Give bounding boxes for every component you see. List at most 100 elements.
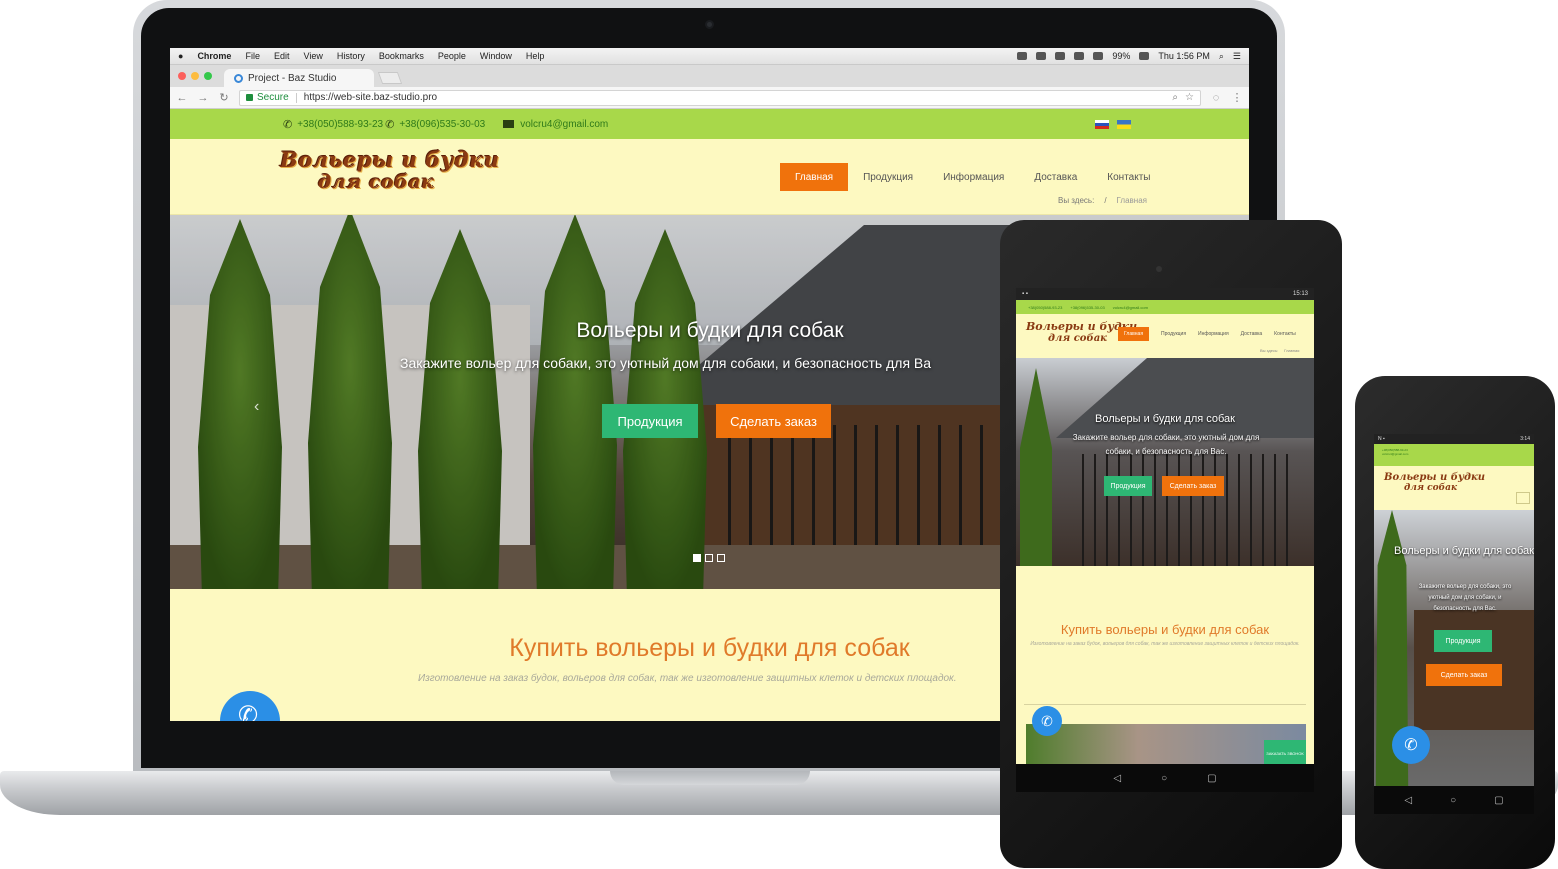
- skype-icon[interactable]: [1055, 52, 1066, 60]
- slider-dot-3[interactable]: [717, 554, 725, 562]
- forward-arrow-icon[interactable]: →: [197, 92, 209, 104]
- phone-order-button[interactable]: Сделать заказ: [1426, 664, 1502, 686]
- url-text[interactable]: https://web-site.baz-studio.pro: [304, 92, 437, 103]
- menubar-app-name[interactable]: Chrome: [197, 51, 231, 61]
- phone-logo-line-2: для собак: [1404, 483, 1458, 493]
- phone-contact-1[interactable]: ✆ +38(050)588-93-23: [283, 118, 383, 131]
- tablet-email[interactable]: volcru4@gmail.com: [1113, 305, 1148, 310]
- phone-call-button[interactable]: ✆: [1392, 726, 1430, 764]
- phone-icon: ✆: [283, 118, 293, 131]
- tablet-hero-roof: [1056, 358, 1314, 438]
- lock-icon: [246, 94, 253, 101]
- volume-icon[interactable]: [1093, 52, 1104, 60]
- back-icon[interactable]: ◁: [1404, 795, 1412, 806]
- address-bar[interactable]: Secure https://web-site.baz-studio.pro ⌕…: [239, 89, 1201, 106]
- tablet-nav-info[interactable]: Информация: [1198, 331, 1229, 337]
- order-button[interactable]: Сделать заказ: [716, 404, 831, 438]
- bookmark-star-icon[interactable]: ☆: [1185, 92, 1194, 103]
- tab-title: Project - Baz Studio: [248, 72, 337, 84]
- tablet-clock: 15:13: [1292, 291, 1308, 297]
- menu-window[interactable]: Window: [480, 51, 512, 61]
- tablet-phone-2[interactable]: +38(096)535-30-03: [1070, 305, 1104, 310]
- tablet-nav-home[interactable]: Главная: [1118, 327, 1150, 341]
- site-logo[interactable]: Вольеры и будки для собак: [280, 147, 499, 201]
- tablet-camera-icon: [1156, 266, 1162, 272]
- tablet-screen: ▪ ▪ 15:13 +38(050)588-93-23 +38(096)535-…: [1016, 288, 1314, 791]
- chrome-tabbar: Project - Baz Studio: [170, 65, 1249, 87]
- recents-icon[interactable]: ▢: [1494, 795, 1503, 806]
- menu-history[interactable]: History: [337, 51, 365, 61]
- nav-item-contacts[interactable]: Контакты: [1092, 163, 1165, 191]
- nav-item-delivery[interactable]: Доставка: [1019, 163, 1092, 191]
- slider-dot-2[interactable]: [705, 554, 713, 562]
- home-icon[interactable]: ○: [1161, 773, 1167, 784]
- nav-item-info[interactable]: Информация: [928, 163, 1019, 191]
- spotlight-search-icon[interactable]: ⌕: [1219, 51, 1224, 62]
- tablet-nav-delivery[interactable]: Доставка: [1241, 331, 1262, 337]
- reload-icon[interactable]: ↻: [218, 91, 230, 104]
- slider-prev-arrow-icon[interactable]: ‹: [254, 398, 259, 416]
- phone-clock: 3:14: [1520, 436, 1530, 442]
- hamburger-menu-icon[interactable]: [1516, 492, 1530, 504]
- tablet-hero-bars: [1072, 454, 1292, 566]
- battery-icon[interactable]: [1139, 52, 1150, 60]
- menu-help[interactable]: Help: [526, 51, 545, 61]
- menu-people[interactable]: People: [438, 51, 466, 61]
- phone-statusbar: N ▪ 3:14: [1374, 434, 1534, 444]
- laptop-notch: [610, 771, 810, 785]
- phone-site-header: Вольеры и будки для собак: [1374, 466, 1534, 510]
- new-tab-button[interactable]: [377, 72, 403, 84]
- tablet-phone-1[interactable]: +38(050)588-93-23: [1028, 305, 1062, 310]
- tablet-section-subtitle: Изготовление на заказ будок, вольеров дл…: [1030, 641, 1300, 647]
- nav-item-products[interactable]: Продукция: [848, 163, 928, 191]
- menu-view[interactable]: View: [303, 51, 322, 61]
- phone-products-button[interactable]: Продукция: [1434, 630, 1492, 652]
- nav-item-home[interactable]: Главная: [780, 163, 849, 191]
- section-subtitle: Изготовление на заказ будок, вольеров дл…: [418, 673, 957, 684]
- close-window-icon[interactable]: [178, 72, 186, 80]
- minimize-window-icon[interactable]: [191, 72, 199, 80]
- tablet-order-button[interactable]: Сделать заказ: [1162, 476, 1224, 496]
- recents-icon[interactable]: ▢: [1207, 773, 1216, 784]
- dropbox-icon[interactable]: [1036, 52, 1047, 60]
- menu-edit[interactable]: Edit: [274, 51, 290, 61]
- zoom-window-icon[interactable]: [204, 72, 212, 80]
- phone-contact-bar: +38(050)588-93-23 volcru4@gmail.com: [1374, 444, 1534, 466]
- tablet-divider: [1024, 704, 1306, 705]
- chrome-menu-icon[interactable]: ⋮: [1231, 91, 1243, 104]
- phone-number-1[interactable]: +38(050)588-93-23: [297, 119, 383, 130]
- browser-tab[interactable]: Project - Baz Studio: [224, 69, 374, 87]
- back-arrow-icon[interactable]: ←: [176, 92, 188, 104]
- cloud-icon[interactable]: [1017, 52, 1028, 60]
- zoom-icon[interactable]: ⌕: [1172, 92, 1178, 103]
- phone-email[interactable]: volcru4@gmail.com: [1382, 452, 1526, 456]
- phone-logo[interactable]: Вольеры и будки для собак: [1384, 472, 1485, 493]
- home-icon[interactable]: ○: [1450, 795, 1456, 806]
- phone-number-2[interactable]: +38(096)535-30-03: [399, 119, 485, 130]
- slider-dot-1[interactable]: [693, 554, 701, 562]
- extension-icon[interactable]: ◌: [1210, 92, 1222, 104]
- tablet-nav-products[interactable]: Продукция: [1161, 331, 1186, 337]
- russian-flag-icon[interactable]: [1095, 120, 1109, 129]
- tablet-hero-slider: Вольеры и будки для собак Закажите волье…: [1016, 358, 1314, 566]
- tablet-call-button[interactable]: ✆: [1032, 706, 1062, 736]
- omnibox-divider: [295, 92, 297, 103]
- products-button[interactable]: Продукция: [602, 404, 698, 438]
- breadcrumb-separator: /: [1104, 196, 1107, 205]
- menu-file[interactable]: File: [245, 51, 260, 61]
- menu-bookmarks[interactable]: Bookmarks: [379, 51, 424, 61]
- chrome-toolbar: ← → ↻ Secure https://web-site.baz-studio…: [170, 87, 1249, 109]
- apple-icon[interactable]: ●: [178, 51, 183, 61]
- back-icon[interactable]: ◁: [1113, 773, 1121, 784]
- battery-percent[interactable]: 99%: [1112, 51, 1130, 61]
- call-button[interactable]: ✆: [220, 691, 280, 721]
- tablet-products-button[interactable]: Продукция: [1104, 476, 1152, 496]
- notification-center-icon[interactable]: ☰: [1233, 51, 1241, 62]
- phone-contact-2[interactable]: ✆ +38(096)535-30-03: [385, 118, 485, 131]
- menubar-clock[interactable]: Thu 1:56 PM: [1158, 51, 1210, 61]
- wifi-icon[interactable]: [1074, 52, 1085, 60]
- tablet-breadcrumb: Вы здесь: Главная: [1260, 348, 1299, 353]
- ukrainian-flag-icon[interactable]: [1117, 120, 1131, 129]
- email-link[interactable]: volcru4@gmail.com: [520, 119, 608, 130]
- tablet-nav-contacts[interactable]: Контакты: [1274, 331, 1296, 337]
